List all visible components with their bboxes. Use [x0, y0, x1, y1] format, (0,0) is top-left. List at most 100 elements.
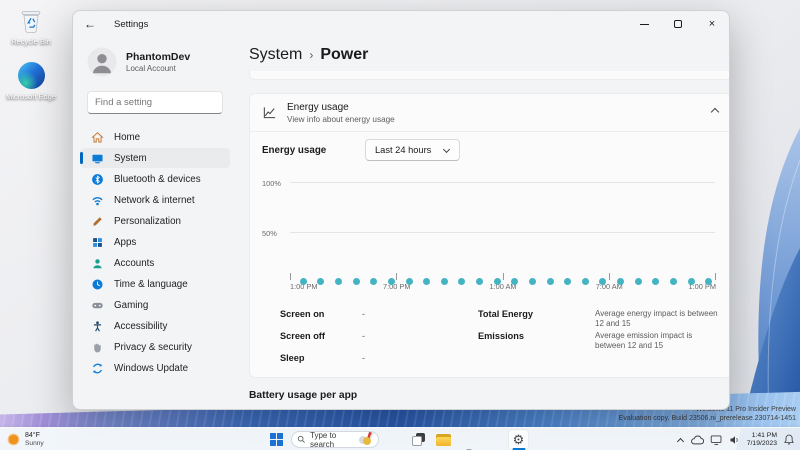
sidebar-item-home[interactable]: Home [80, 127, 230, 147]
minimize-button[interactable] [627, 11, 661, 37]
sidebar-item-label: Network & internet [114, 194, 195, 206]
weather-widget[interactable]: 84°F Sunny [7, 428, 44, 450]
sidebar-item-label: Gaming [114, 299, 149, 311]
x-axis-tick: 1:00 AM [489, 273, 517, 291]
stat-row: Screen on - [280, 309, 478, 331]
window-title: Settings [114, 18, 149, 30]
back-button[interactable]: ← [84, 17, 106, 31]
taskbar-widgets-app-button[interactable] [383, 429, 404, 450]
data-point[interactable] [335, 277, 343, 285]
recycle-bin-icon [2, 6, 60, 36]
sidebar-item-privacy-security[interactable]: Privacy & security [80, 337, 230, 357]
sidebar-item-label: Home [114, 131, 141, 143]
data-point[interactable] [634, 277, 642, 285]
taskbar-task-view-button[interactable] [408, 429, 429, 450]
data-point[interactable] [705, 277, 713, 285]
stat-value: - [362, 309, 365, 319]
task-view-icon [411, 433, 426, 446]
data-point[interactable] [528, 277, 536, 285]
stat-row: Total Energy Average energy impact is bet… [478, 309, 719, 331]
energy-usage-header[interactable]: Energy usage View info about energy usag… [250, 94, 729, 132]
personalization-icon [91, 215, 104, 228]
display-connect-icon[interactable] [710, 434, 723, 446]
sidebar-item-system[interactable]: System [80, 148, 230, 168]
taskbar-edge-button[interactable] [458, 429, 479, 450]
data-point[interactable] [599, 277, 607, 285]
sidebar-item-personalization[interactable]: Personalization [80, 211, 230, 231]
sidebar-item-network-internet[interactable]: Network & internet [80, 190, 230, 210]
data-point[interactable] [423, 277, 431, 285]
sidebar-item-accounts[interactable]: Accounts [80, 253, 230, 273]
data-point[interactable] [458, 277, 466, 285]
sort-dropdown[interactable]: Overall usage [636, 409, 730, 410]
taskbar-search[interactable]: Type to search [291, 431, 379, 449]
sidebar-item-gaming[interactable]: Gaming [80, 295, 230, 315]
sidebar-item-windows-update[interactable]: Windows Update [80, 358, 230, 378]
data-point[interactable] [669, 277, 677, 285]
find-a-setting-input[interactable] [95, 97, 227, 108]
time-language-icon [91, 278, 104, 291]
start-button[interactable] [266, 429, 287, 450]
user-account[interactable]: PhantomDev Local Account [87, 47, 237, 77]
data-point[interactable] [352, 277, 360, 285]
sidebar-item-label: Apps [114, 236, 137, 248]
taskbar-store-app-button[interactable] [483, 429, 504, 450]
sidebar-item-accessibility[interactable]: Accessibility [80, 316, 230, 336]
avatar [87, 47, 117, 77]
data-point[interactable] [493, 277, 501, 285]
tray-clock[interactable]: 1:41 PM 7/19/2023 [747, 432, 777, 448]
energy-usage-card: Energy usage View info about energy usag… [249, 93, 729, 378]
wallpaper-bloom [736, 128, 800, 450]
data-point[interactable] [370, 277, 378, 285]
data-point[interactable] [581, 277, 589, 285]
taskbar-file-explorer-button[interactable] [433, 429, 454, 450]
data-point[interactable] [440, 277, 448, 285]
card-title: Energy usage [287, 102, 349, 113]
data-point[interactable] [405, 277, 413, 285]
data-point[interactable] [511, 277, 519, 285]
find-a-setting-box[interactable] [87, 91, 227, 114]
battery-usage-title: Battery usage per app [249, 390, 358, 401]
chevron-up-icon[interactable] [712, 107, 719, 114]
data-point[interactable] [687, 277, 695, 285]
maximize-button[interactable] [661, 11, 695, 37]
breadcrumb-parent[interactable]: System [249, 46, 302, 64]
edge-icon [2, 61, 60, 91]
data-point[interactable] [564, 277, 572, 285]
content-pane: System › Power Energy usage View info ab… [237, 37, 730, 410]
taskbar-settings-button[interactable]: ⚙ [508, 429, 529, 450]
stat-label: Screen off [280, 331, 325, 341]
sidebar-item-time-language[interactable]: Time & language [80, 274, 230, 294]
onedrive-cloud-icon[interactable] [690, 434, 704, 446]
data-point[interactable] [652, 277, 660, 285]
stat-row: Screen off - [280, 331, 478, 353]
sidebar-item-apps[interactable]: Apps [80, 232, 230, 252]
speaker-icon[interactable] [729, 434, 741, 446]
sidebar-item-label: Accounts [114, 257, 155, 269]
time-range-dropdown[interactable]: Last 24 hours [365, 139, 461, 161]
close-button[interactable]: × [695, 11, 729, 37]
tray-chevron-up-icon[interactable] [677, 437, 684, 444]
accounts-icon [91, 257, 104, 270]
file-explorer-icon [436, 433, 451, 446]
data-point[interactable] [617, 277, 625, 285]
sidebar-item-label: Windows Update [114, 362, 189, 374]
data-point[interactable] [476, 277, 484, 285]
card-subtitle: View info about energy usage [287, 115, 395, 124]
sidebar-item-label: Accessibility [114, 320, 168, 332]
sidebar-item-label: Bluetooth & devices [114, 173, 201, 185]
data-point[interactable] [299, 277, 307, 285]
scrolled-card-edge [249, 71, 729, 80]
energy-usage-chart: 1:00 PM 7:00 PM 1:00 AM 7:00 AM 1:00 PM 100%… [262, 167, 717, 297]
data-point[interactable] [317, 277, 325, 285]
sidebar-item-bluetooth-devices[interactable]: Bluetooth & devices [80, 169, 230, 189]
data-point[interactable] [387, 277, 395, 285]
desktop-icon-edge[interactable]: Microsoft Edge [2, 61, 60, 102]
app-search-box[interactable] [249, 409, 386, 410]
desktop-icon-recycle-bin[interactable]: Recycle Bin [2, 6, 60, 47]
time-range-value: Last 24 hours [375, 145, 432, 155]
x-axis-tick: 1:00 PM [688, 273, 716, 291]
settings-icon: ⚙ [512, 431, 525, 447]
data-point[interactable] [546, 277, 554, 285]
notification-bell-icon[interactable] [783, 433, 795, 446]
